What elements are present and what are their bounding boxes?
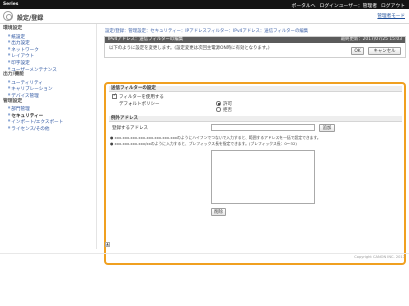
address-label: 登録するアドレス — [112, 126, 148, 131]
use-filter-checkbox[interactable] — [112, 93, 117, 99]
sidebar-item-import-export[interactable]: インポート/エクスポート — [0, 118, 96, 125]
panel-note: 以下のように設定を変更します。(設定変更は次回主電源ON時に有効となります。) — [109, 46, 270, 51]
sidebar-item-network[interactable]: ネットワーク — [0, 46, 96, 53]
default-policy-label: デフォルトポリシー — [119, 102, 160, 107]
sidebar-item-layout[interactable]: レイアウト — [0, 52, 96, 59]
main-content: 設定/登録：管理設定：セキュリティー：IPアドレスフィルター：IPv4アドレス：… — [101, 24, 407, 265]
note-prefix: ● xxx.xxx.xxx.xxx/xxのように入力すると、プレフィックス長を指… — [110, 141, 297, 146]
sidebar-item-output[interactable]: 出力設定 — [0, 39, 96, 46]
sidebar-heading: 管理設定 — [3, 98, 23, 104]
sidebar-item-paper[interactable]: 紙設定 — [0, 33, 96, 39]
settings-area: 送信フィルターの設定 フィルターを使用する デフォルトポリシー 許可 拒否 例外… — [104, 82, 406, 265]
sidebar-item-print[interactable]: 印字設定 — [0, 59, 96, 66]
portal-link[interactable]: ポータルへ — [292, 2, 316, 9]
ok-button[interactable]: OK — [351, 47, 364, 55]
sidebar-item-security[interactable]: セキュリティー — [0, 112, 96, 119]
cancel-button[interactable]: キャンセル — [368, 47, 401, 55]
sidebar-item-utility[interactable]: ユーティリティ — [0, 79, 96, 86]
add-address-button[interactable]: 追加 — [319, 123, 335, 132]
admin-mode-link[interactable]: 管理者モード — [377, 13, 405, 19]
breadcrumb[interactable]: 設定/登録：管理設定：セキュリティー：IPアドレスフィルター：IPv4アドレス：… — [105, 28, 308, 34]
brand-label: Series — [3, 2, 19, 7]
sidebar: 環境設定 紙設定 出力設定 ネットワーク レイアウト 印字設定 ユーザーメンテナ… — [0, 24, 97, 249]
copyright: Copyright CANON INC. 2017 — [354, 255, 405, 259]
login-user-label: ログインユーザー：管理者 — [319, 3, 377, 9]
address-input[interactable] — [211, 124, 315, 131]
sidebar-item-license[interactable]: ライセンス/その他 — [0, 125, 96, 132]
exception-section-title: 例外アドレス — [109, 116, 402, 122]
sidebar-item-calibration[interactable]: キャリブレーション — [0, 85, 96, 92]
top-bar: Series ポータルへ ログインユーザー：管理者 ログアウト — [0, 0, 409, 9]
panel-title: IPv4アドレス：送信フィルターの編集 — [108, 37, 184, 42]
sidebar-item-device[interactable]: デバイス管理 — [0, 92, 96, 99]
sidebar-item-department[interactable]: 部門管理 — [0, 105, 96, 112]
policy-allow-radio[interactable] — [216, 101, 221, 106]
sidebar-heading: 環境設定 — [3, 26, 23, 31]
use-filter-label: フィルターを使用する — [119, 94, 164, 100]
topbar-links: ポータルへ ログインユーザー：管理者 ログアウト — [292, 2, 405, 9]
sidebar-heading: 出力/機能 — [3, 72, 24, 78]
page-header: 設定/登録 管理者モード — [0, 9, 409, 24]
policy-deny-label: 拒否 — [223, 107, 232, 113]
settings-home-icon — [3, 11, 13, 21]
page-title: 設定/登録 — [17, 14, 44, 22]
delete-address-button[interactable]: 削除 — [211, 208, 226, 216]
edit-panel: IPv4アドレス：送信フィルターの編集 最終更新：2017/07/25 15:0… — [104, 36, 406, 58]
filter-section-title: 送信フィルターの設定 — [109, 86, 402, 92]
exception-address-list[interactable] — [211, 150, 315, 204]
arrow-up-icon[interactable]: ▲ — [105, 242, 110, 247]
policy-deny-radio[interactable] — [216, 107, 221, 112]
logout-link[interactable]: ログアウト — [381, 2, 405, 9]
footer-divider — [0, 253, 409, 254]
